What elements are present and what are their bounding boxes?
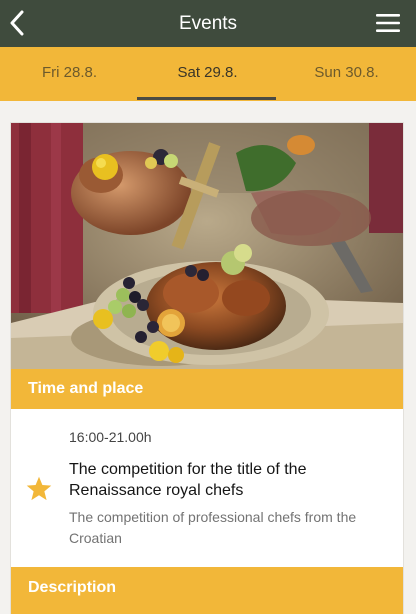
event-card: Time and place 16:00-21.00h The competit… <box>10 122 404 614</box>
time-and-place-heading: Time and place <box>11 369 403 409</box>
event-title: The competition for the title of the Ren… <box>69 461 307 499</box>
favorite-button[interactable] <box>25 475 53 503</box>
tab-sat[interactable]: Sat 29.8. <box>138 47 277 101</box>
description-heading[interactable]: Description <box>11 567 403 614</box>
hamburger-menu-icon <box>376 14 400 32</box>
tab-fri[interactable]: Fri 28.8. <box>0 47 139 101</box>
selected-tab-indicator <box>137 97 276 100</box>
app-header: Events <box>0 0 416 47</box>
tab-sun[interactable]: Sun 30.8. <box>277 47 416 101</box>
event-time: 16:00-21.00h <box>69 429 152 445</box>
event-photo <box>11 123 403 369</box>
day-tabs: Fri 28.8. Sat 29.8. Sun 30.8. <box>0 47 416 101</box>
food-feast-illustration <box>11 123 403 369</box>
menu-button[interactable] <box>374 11 402 35</box>
star-icon <box>26 476 52 501</box>
event-description: The competition of professional chefs fr… <box>69 509 357 546</box>
page-title: Events <box>178 13 238 34</box>
